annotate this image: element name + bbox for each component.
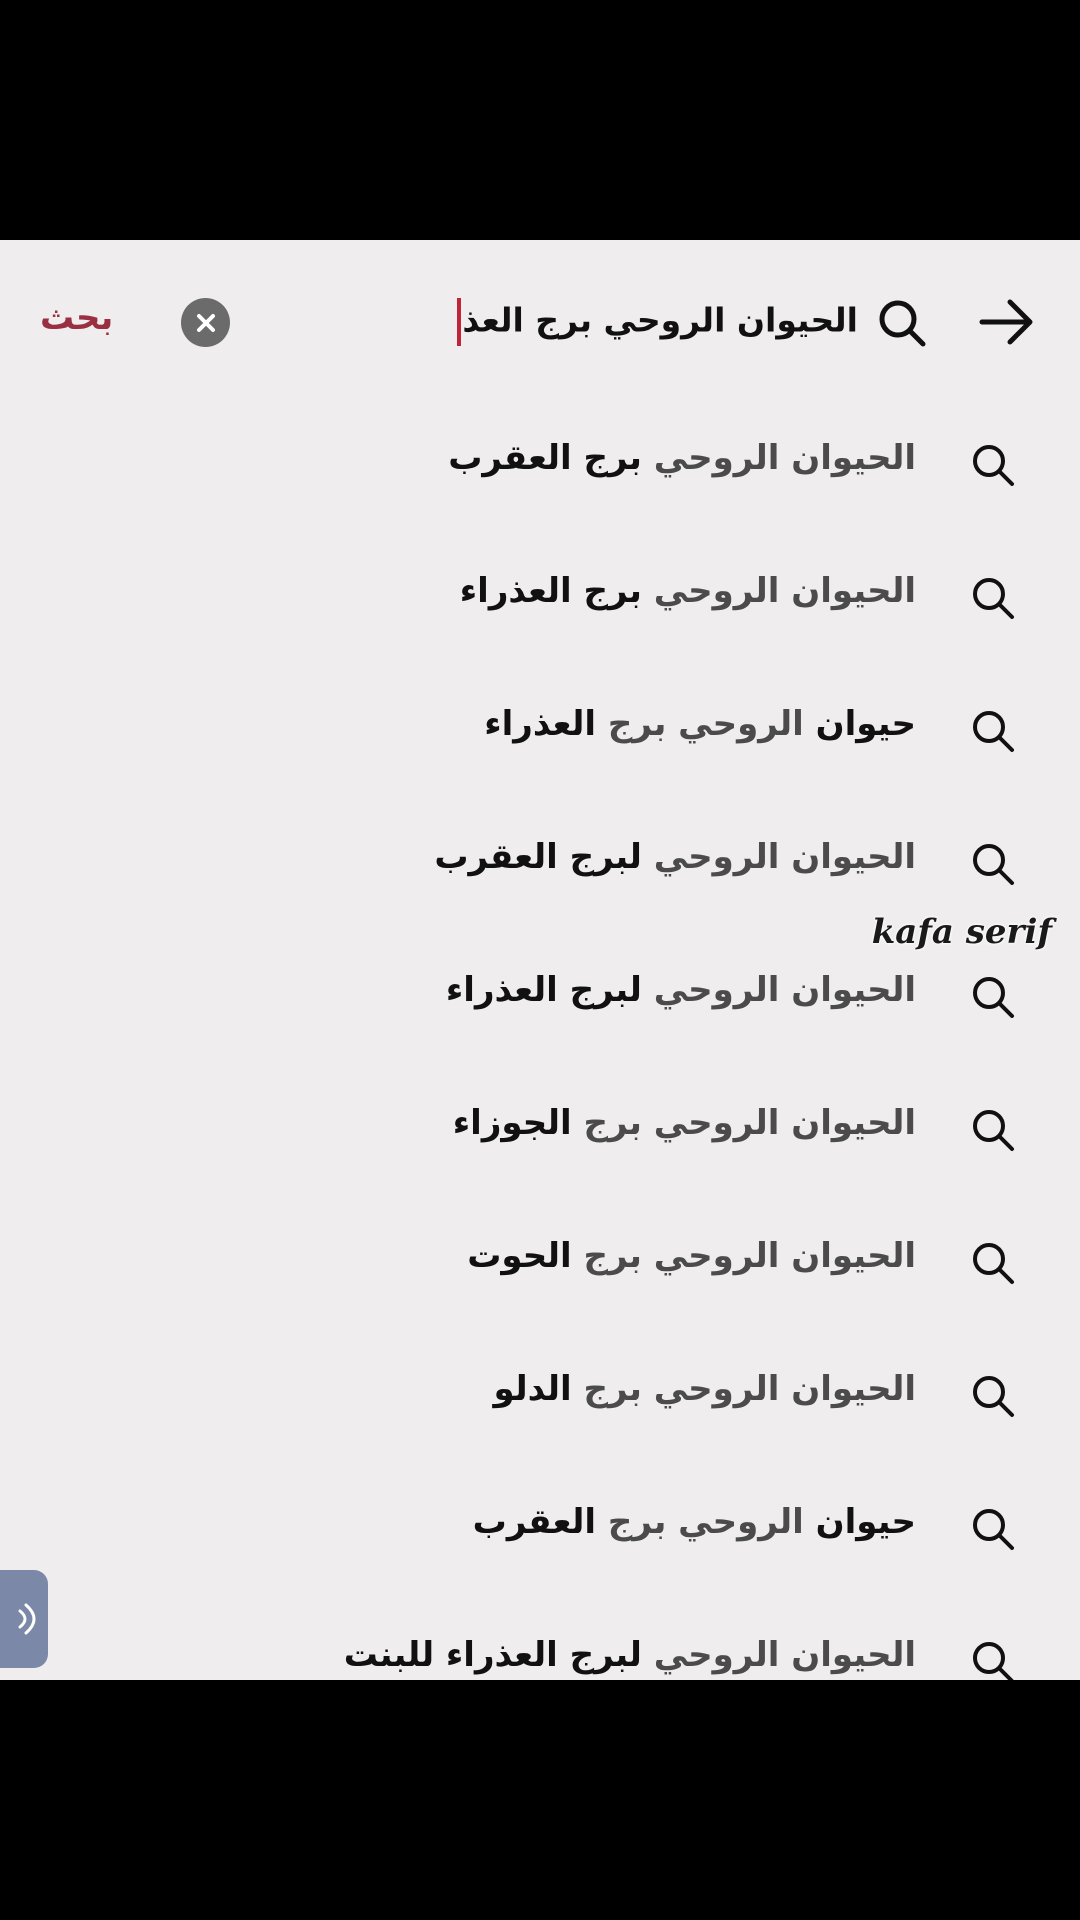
suggestion-text: الحيوان الروحي برج العقرب xyxy=(448,438,916,478)
suggestion-dim-part: الروحي برج xyxy=(596,704,816,744)
suggestion-text: حيوان الروحي برج العقرب xyxy=(473,1502,916,1542)
suggestion-bold-part: لبرج العذراء للبنت xyxy=(343,1635,642,1675)
suggestion-bold-part: لبرج العقرب xyxy=(434,837,642,877)
search-icon xyxy=(973,1642,1014,1680)
watermark-text: kafa serif xyxy=(871,912,1052,952)
suggestion-dim-part: الحيوان الروحي xyxy=(641,837,916,877)
suggestion-bold-part: برج العقرب xyxy=(448,438,642,478)
suggestion-dim-part: الحيوان الروحي برج xyxy=(571,1103,916,1143)
suggestion-text: الحيوان الروحي برج الدلو xyxy=(494,1369,917,1409)
search-icon xyxy=(973,711,1014,752)
suggestion-bold-part: الحوت xyxy=(467,1236,572,1276)
suggestion-bold-part: العذراء xyxy=(484,704,597,744)
search-icon xyxy=(973,445,1014,486)
suggestion-dim-part: الحيوان الروحي xyxy=(641,970,916,1010)
suggestion-dim-part: الحيوان الروحي xyxy=(641,571,916,611)
search-icon xyxy=(879,300,926,347)
suggestion-text: الحيوان الروحي برج الجوزاء xyxy=(453,1103,916,1143)
search-icon xyxy=(973,1376,1014,1417)
search-submit-button[interactable]: بحث xyxy=(40,298,113,338)
suggestion-item[interactable]: الحيوان الروحي برج العقرب xyxy=(0,400,1080,533)
search-icon xyxy=(973,578,1014,619)
suggestion-text: الحيوان الروحي برج العذراء xyxy=(460,571,916,611)
search-icon xyxy=(973,1110,1014,1151)
search-bar: بحث الحيوان الروحي برج العذ xyxy=(0,240,1080,410)
sound-icon xyxy=(18,1603,36,1635)
suggestion-bold-part: العقرب xyxy=(472,1502,597,1542)
search-icon xyxy=(973,1509,1014,1550)
suggestion-bold-part: الجوزاء xyxy=(452,1103,572,1143)
suggestion-dim-part: الحيوان الروحي برج xyxy=(571,1236,916,1276)
suggestion-item[interactable]: حيوان الروحي برج العقرب xyxy=(0,1464,1080,1597)
suggestion-bold-part: لبرج العذراء xyxy=(445,970,642,1010)
suggestion-dim-part: الحيوان الروحي xyxy=(641,438,916,478)
floating-action-button[interactable] xyxy=(0,1570,48,1668)
close-icon xyxy=(196,313,215,332)
suggestion-item[interactable]: الحيوان الروحي لبرج العذراء للبنت xyxy=(0,1597,1080,1680)
suggestion-text: الحيوان الروحي لبرج العقرب xyxy=(434,837,916,877)
search-icon xyxy=(973,844,1014,885)
suggestion-dim-part: الحيوان الروحي برج xyxy=(571,1369,916,1409)
suggestion-list: الحيوان الروحي برج العقرب الحيوان الروحي … xyxy=(0,400,1080,1680)
clear-search-button[interactable] xyxy=(181,298,230,347)
text-caret xyxy=(457,298,462,346)
suggestion-bold-start: حيوان xyxy=(815,704,916,744)
search-icon xyxy=(973,1243,1014,1284)
suggestion-item[interactable]: الحيوان الروحي برج الدلو xyxy=(0,1331,1080,1464)
suggestion-text: الحيوان الروحي برج الحوت xyxy=(467,1236,916,1276)
suggestion-bold-part: برج العذراء xyxy=(459,571,642,611)
suggestion-dim-part: الروحي برج xyxy=(596,1502,816,1542)
suggestion-dim-part: الحيوان الروحي xyxy=(641,1635,916,1675)
search-input-text: الحيوان الروحي برج العذ xyxy=(462,300,858,340)
suggestion-bold-part: الدلو xyxy=(493,1369,572,1409)
suggestion-item[interactable]: الحيوان الروحي برج العذراء xyxy=(0,533,1080,666)
suggestion-item[interactable]: الحيوان الروحي برج الحوت xyxy=(0,1198,1080,1331)
search-screen: بحث الحيوان الروحي برج العذ الحيوان الرو… xyxy=(0,240,1080,1680)
arrow-right-icon[interactable] xyxy=(978,296,1036,348)
search-icon xyxy=(973,977,1014,1018)
suggestion-item[interactable]: الحيوان الروحي برج الجوزاء xyxy=(0,1065,1080,1198)
suggestion-text: حيوان الروحي برج العذراء xyxy=(484,704,916,744)
search-input[interactable]: الحيوان الروحي برج العذ xyxy=(338,298,858,350)
suggestion-item[interactable]: حيوان الروحي برج العذراء xyxy=(0,666,1080,799)
suggestion-text: الحيوان الروحي لبرج العذراء xyxy=(446,970,916,1010)
suggestion-text: الحيوان الروحي لبرج العذراء للبنت xyxy=(344,1635,916,1675)
suggestion-bold-start: حيوان xyxy=(815,1502,916,1542)
